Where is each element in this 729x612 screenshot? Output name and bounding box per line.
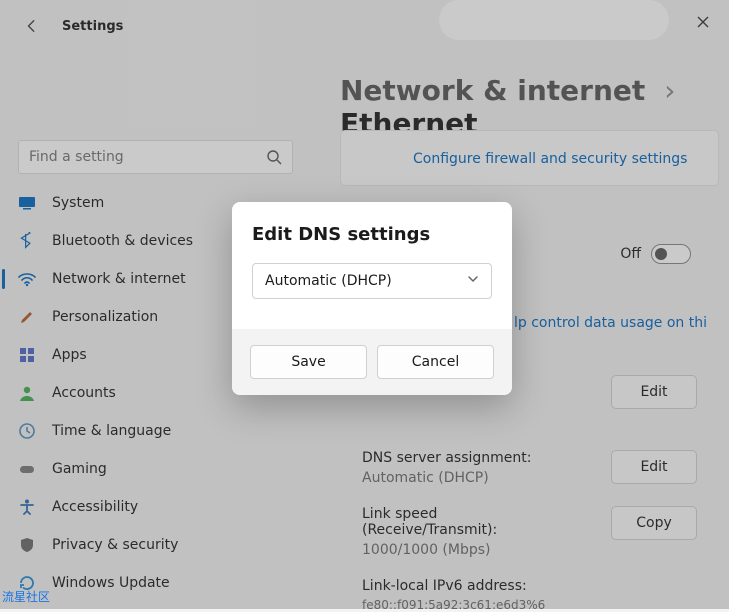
dns-mode-select[interactable]: Automatic (DHCP): [252, 263, 492, 299]
chevron-down-icon: [467, 273, 479, 289]
dialog-title: Edit DNS settings: [252, 224, 492, 245]
cancel-button[interactable]: Cancel: [377, 345, 494, 379]
select-value: Automatic (DHCP): [265, 273, 392, 289]
watermark-text: 流星社区: [2, 588, 50, 605]
save-button[interactable]: Save: [250, 345, 367, 379]
edit-dns-dialog: Edit DNS settings Automatic (DHCP) Save …: [232, 202, 512, 395]
